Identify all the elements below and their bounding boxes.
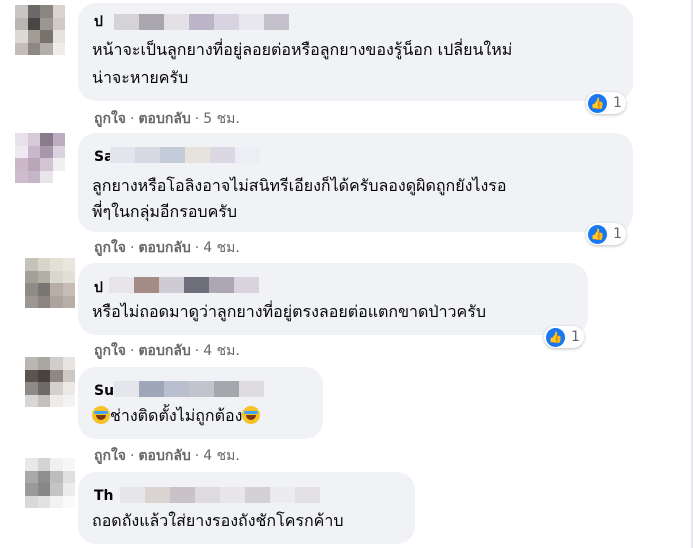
separator-dot: · bbox=[194, 343, 200, 359]
separator-dot: · bbox=[194, 448, 200, 464]
commenter-name[interactable]: Su bbox=[94, 383, 114, 399]
comment-actions: ถูกใจ · ตอบกลับ · 4 ชม. bbox=[94, 340, 240, 362]
timestamp[interactable]: 5 ชม. bbox=[203, 111, 240, 127]
comment-bubble: ป หรือไม่ถอดมาดูว่าลูกยางที่อยู่ตรงลอยต่… bbox=[78, 263, 588, 335]
separator-dot: · bbox=[130, 240, 135, 256]
blurred-name bbox=[114, 14, 289, 30]
avatar[interactable] bbox=[25, 458, 75, 508]
reaction-count: 1 bbox=[613, 226, 622, 242]
timestamp[interactable]: 4 ชม. bbox=[203, 343, 240, 359]
avatar[interactable] bbox=[25, 258, 75, 308]
comment-text-line: หน้าจะเป็นลูกยางที่อยู่ลอยต่อหรือลูกยางข… bbox=[92, 40, 513, 59]
reaction-count: 1 bbox=[571, 329, 580, 345]
timestamp[interactable]: 4 ชม. bbox=[203, 448, 240, 464]
avatar[interactable] bbox=[15, 5, 65, 55]
blurred-name bbox=[110, 147, 260, 163]
reply-button[interactable]: ตอบกลับ bbox=[138, 343, 190, 359]
comment-actions: ถูกใจ · ตอบกลับ · 4 ชม. bbox=[94, 237, 240, 259]
separator-dot: · bbox=[130, 343, 135, 359]
comment-text-line: ถอดถังแล้วใส่ยางรองถังชักโครกค้าบ bbox=[92, 511, 344, 530]
blurred-name bbox=[109, 277, 259, 293]
blurred-name bbox=[120, 487, 320, 503]
comment-text-line: ลูกยางหรือโอลิงอาจไม่สนิทรีเอียงก็ได้ครั… bbox=[92, 176, 507, 195]
reaction-badge[interactable]: 👍 1 bbox=[586, 223, 626, 245]
separator-dot: · bbox=[194, 240, 200, 256]
separator-dot: · bbox=[130, 448, 135, 464]
reaction-badge[interactable]: 👍 1 bbox=[544, 326, 584, 348]
comment-text-line: หรือไม่ถอดมาดูว่าลูกยางที่อยู่ตรงลอยต่อแ… bbox=[92, 302, 486, 321]
avatar[interactable] bbox=[25, 357, 75, 407]
like-button[interactable]: ถูกใจ bbox=[94, 448, 126, 464]
comment-bubble: Sa ลูกยางหรือโอลิงอาจไม่สนิทรีเอียงก็ได้… bbox=[78, 133, 633, 232]
timestamp[interactable]: 4 ชม. bbox=[203, 240, 240, 256]
separator-dot: · bbox=[194, 111, 200, 127]
like-thumb-icon: 👍 bbox=[588, 93, 607, 113]
comment-text: ช่างติดตั้งไม่ถูกต้อง bbox=[110, 406, 243, 425]
comment-bubble: ป หน้าจะเป็นลูกยางที่อยู่ลอยต่อหรือลูกยา… bbox=[78, 3, 633, 101]
laughing-tears-emoji-icon bbox=[242, 406, 261, 424]
avatar[interactable] bbox=[15, 133, 65, 183]
comment-text-line: น่าจะหายครับ bbox=[92, 68, 189, 87]
like-button[interactable]: ถูกใจ bbox=[94, 111, 126, 127]
comment-text-line: ช่างติดตั้งไม่ถูกต้อง bbox=[92, 403, 261, 429]
blurred-name bbox=[114, 381, 264, 397]
comment-actions: ถูกใจ · ตอบกลับ · 5 ชม. bbox=[94, 108, 240, 130]
comments-panel: ป หน้าจะเป็นลูกยางที่อยู่ลอยต่อหรือลูกยา… bbox=[0, 0, 693, 548]
reaction-count: 1 bbox=[613, 95, 622, 111]
like-thumb-icon: 👍 bbox=[546, 327, 565, 347]
commenter-name[interactable]: ป bbox=[94, 11, 103, 33]
like-thumb-icon: 👍 bbox=[588, 224, 607, 244]
reply-button[interactable]: ตอบกลับ bbox=[138, 111, 190, 127]
reply-button[interactable]: ตอบกลับ bbox=[138, 448, 190, 464]
laughing-tears-emoji-icon bbox=[92, 406, 110, 424]
like-button[interactable]: ถูกใจ bbox=[94, 240, 126, 256]
comment-bubble: Su ช่างติดตั้งไม่ถูกต้อง bbox=[78, 367, 323, 439]
like-button[interactable]: ถูกใจ bbox=[94, 343, 126, 359]
commenter-name[interactable]: Th bbox=[94, 488, 114, 504]
separator-dot: · bbox=[130, 111, 135, 127]
reaction-badge[interactable]: 👍 1 bbox=[586, 92, 626, 114]
comment-bubble: Th ถอดถังแล้วใส่ยางรองถังชักโครกค้าบ bbox=[78, 472, 415, 544]
commenter-name[interactable]: ป bbox=[94, 277, 103, 299]
reply-button[interactable]: ตอบกลับ bbox=[138, 240, 190, 256]
comment-text-line: พี่ๆในกลุ่มอีกรอบครับ bbox=[92, 202, 238, 221]
comment-actions: ถูกใจ · ตอบกลับ · 4 ชม. bbox=[94, 445, 240, 467]
